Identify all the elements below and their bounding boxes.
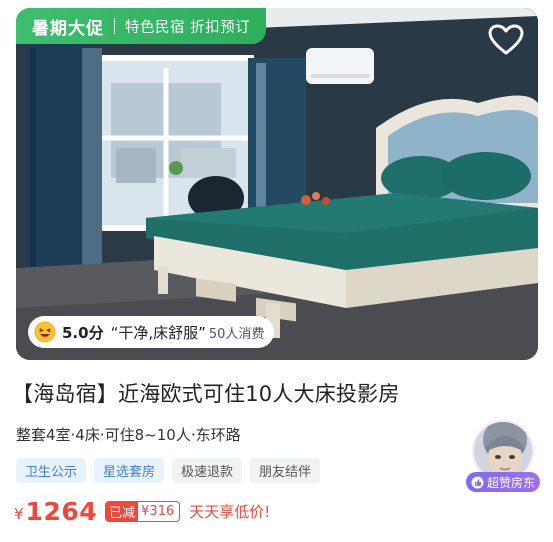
listing-card[interactable]: 暑期大促 特色民宿 折扣预订 5.0分 “干净,床舒服” 50人消费 【海岛宿】… <box>0 0 553 542</box>
review-count: 50人消费 <box>208 326 265 342</box>
tag-star-suite: 星选套房 <box>94 458 165 483</box>
tag-fast-refund: 极速退款 <box>172 458 243 483</box>
listing-title[interactable]: 【海岛宿】近海欧式可住10人大床投影房 <box>12 378 532 408</box>
listing-subtitle: 整套4室·4床·可住8~10人·东环路 <box>16 426 241 444</box>
discount-value: ¥316 <box>141 503 175 519</box>
smile-emoji-icon <box>34 321 56 343</box>
bedroom-photo <box>16 8 538 360</box>
super-host-label: 超赞房东 <box>486 475 535 490</box>
thumb-up-icon <box>471 476 484 488</box>
price-row: ¥ 1264 已减 ¥316 天天享低价! <box>14 496 270 526</box>
price-amount: 1264 <box>25 496 98 526</box>
summer-promo-banner[interactable]: 暑期大促 特色民宿 折扣预订 <box>16 8 267 44</box>
promo-sub-text: 特色民宿 折扣预订 <box>125 19 251 36</box>
super-host-badge: 超赞房东 <box>466 472 540 492</box>
tag-friends-trip: 朋友结伴 <box>250 458 321 483</box>
feature-tags: 卫生公示 星选套房 极速退款 朋友结伴 <box>16 458 321 483</box>
currency-symbol: ¥ <box>14 505 24 523</box>
host-profile[interactable]: 超赞房东 <box>464 420 542 500</box>
listing-photo[interactable]: 暑期大促 特色民宿 折扣预订 5.0分 “干净,床舒服” 50人消费 <box>16 8 538 360</box>
promo-main-text: 暑期大促 <box>32 18 104 39</box>
daily-low-price-text: 天天享低价! <box>189 502 271 521</box>
rating-quote: “干净,床舒服” <box>110 323 206 342</box>
rating-score: 5.0分 <box>62 323 104 342</box>
tag-hygiene: 卫生公示 <box>16 458 87 483</box>
heart-outline-icon[interactable] <box>488 24 524 56</box>
promo-divider <box>114 18 115 34</box>
discount-label: 已减 <box>106 501 139 521</box>
rating-pill: 5.0分 “干净,床舒服” 50人消费 <box>28 316 275 348</box>
discount-badge: 已减 ¥316 <box>105 500 181 522</box>
